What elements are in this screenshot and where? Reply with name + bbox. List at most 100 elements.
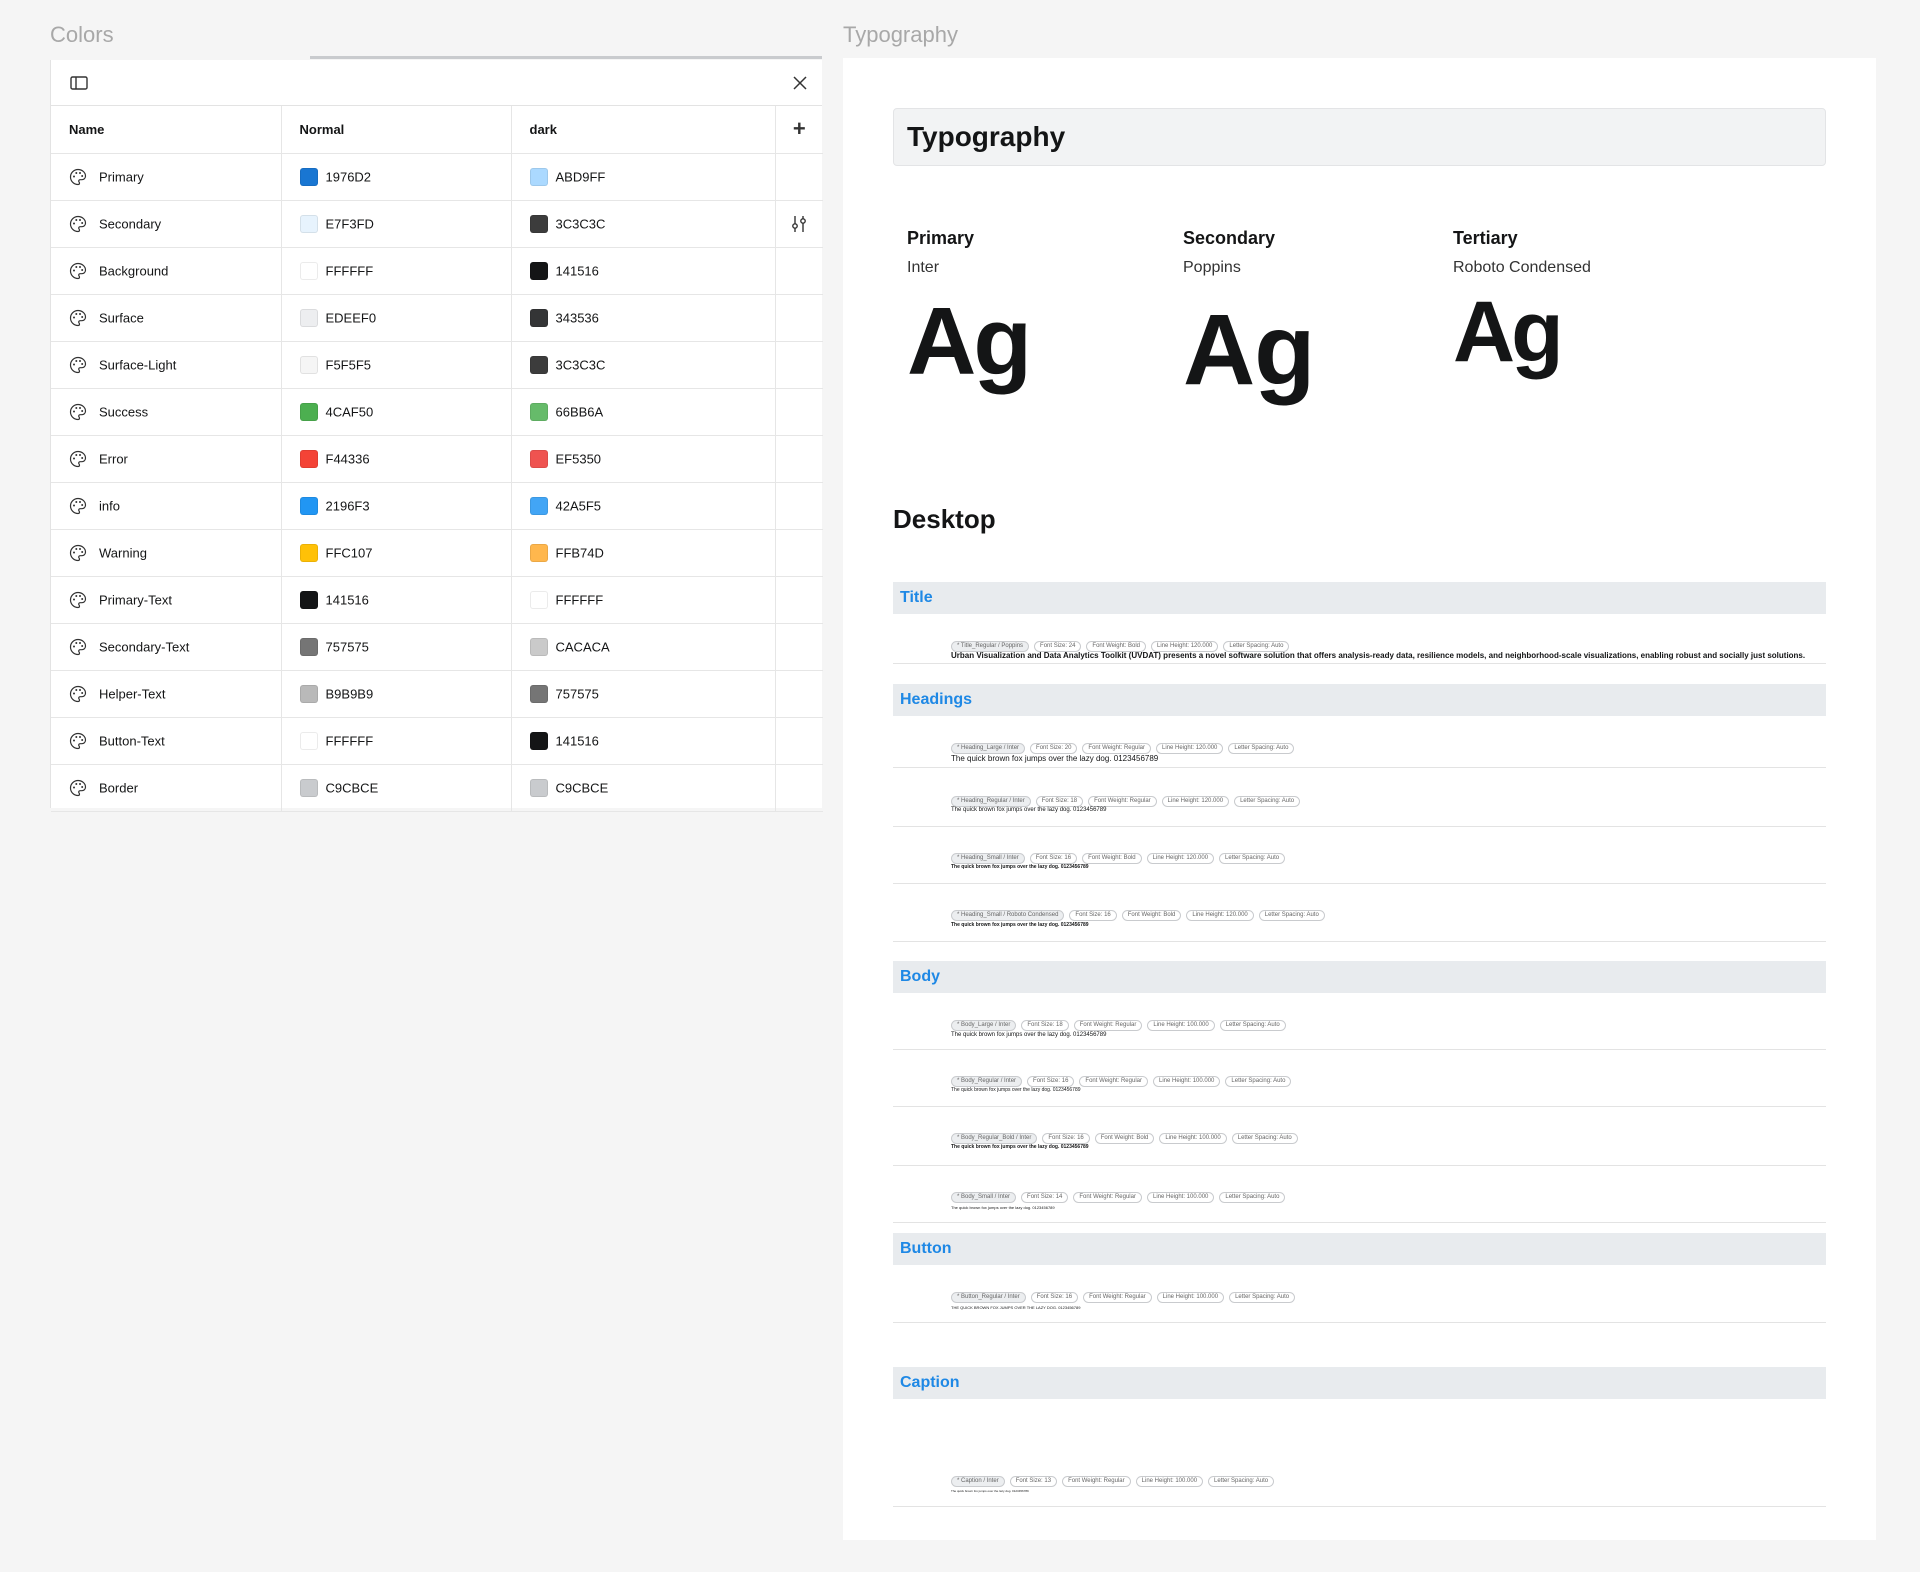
style-chip[interactable]: Font Weight: Bold — [1082, 853, 1142, 864]
color-normal-cell[interactable]: F5F5F5 — [281, 341, 512, 389]
color-row[interactable]: Secondary E7F3FD 3C3C3C — [51, 200, 823, 248]
style-chip[interactable]: * Heading_Small / Roboto Condensed — [951, 910, 1065, 921]
color-swatch-dark[interactable] — [529, 261, 548, 280]
edit-variable-icon[interactable] — [789, 214, 809, 234]
color-swatch-dark[interactable] — [529, 778, 548, 797]
color-dark-cell[interactable]: C9CBCE — [511, 764, 776, 812]
style-chip[interactable]: Letter Spacing: Auto — [1219, 1192, 1286, 1203]
style-chip[interactable]: Line Height: 100.000 — [1153, 1076, 1221, 1087]
color-swatch-normal[interactable] — [299, 308, 318, 327]
type-style-row[interactable]: * Body_Large / Inter Font Size: 18 Font We… — [893, 993, 1826, 1050]
color-name-cell[interactable]: Warning — [51, 529, 282, 577]
style-chip[interactable]: Font Size: 16 — [1029, 853, 1078, 864]
color-dark-cell[interactable]: FFFFFF — [511, 576, 776, 624]
color-swatch-dark[interactable] — [529, 355, 548, 374]
color-dark-cell[interactable]: 141516 — [511, 717, 776, 765]
color-row[interactable]: Error F44336 EF5350 — [51, 435, 823, 483]
color-name-cell[interactable]: Secondary-Text — [51, 623, 282, 671]
color-name-cell[interactable]: Border — [51, 764, 282, 812]
style-chip[interactable]: Letter Spacing: Auto — [1229, 1292, 1296, 1303]
style-chip[interactable]: * Body_Regular / Inter — [951, 1076, 1023, 1087]
color-name-cell[interactable]: Secondary — [51, 200, 282, 248]
color-swatch-normal[interactable] — [299, 449, 318, 468]
color-swatch-normal[interactable] — [299, 167, 318, 186]
color-swatch-normal[interactable] — [299, 355, 318, 374]
color-swatch-normal[interactable] — [299, 590, 318, 609]
color-swatch-dark[interactable] — [529, 402, 548, 421]
color-swatch-normal[interactable] — [299, 543, 318, 562]
color-normal-cell[interactable]: FFFFFF — [281, 247, 512, 295]
style-chip[interactable]: Font Size: 16 — [1030, 1292, 1079, 1303]
color-swatch-dark[interactable] — [529, 731, 548, 750]
color-row[interactable]: Background FFFFFF 141516 — [51, 247, 823, 295]
plus-icon[interactable]: + — [793, 116, 806, 141]
color-dark-cell[interactable]: 42A5F5 — [511, 482, 776, 530]
color-dark-cell[interactable]: ABD9FF — [511, 153, 776, 201]
color-normal-cell[interactable]: FFC107 — [281, 529, 512, 577]
color-name-cell[interactable]: Background — [51, 247, 282, 295]
color-name-cell[interactable]: info — [51, 482, 282, 530]
sidebar-toggle-icon[interactable] — [69, 73, 89, 93]
style-chip[interactable]: * Body_Large / Inter — [951, 1020, 1017, 1031]
style-chip[interactable]: Font Weight: Bold — [1094, 1133, 1155, 1144]
style-chip[interactable]: Font Weight: Regular — [1079, 1076, 1148, 1087]
type-style-row[interactable]: * Heading_Large / Inter Font Size: 20 Font… — [893, 716, 1826, 768]
style-chip[interactable]: Letter Spacing: Auto — [1258, 910, 1325, 921]
style-chip[interactable]: * Body_Small / Inter — [951, 1192, 1017, 1203]
color-name-cell[interactable]: Primary-Text — [51, 576, 282, 624]
color-row[interactable]: Surface EDEEF0 343536 — [51, 294, 823, 342]
style-chip[interactable]: Letter Spacing: Auto — [1219, 1020, 1286, 1031]
style-chip[interactable]: Font Size: 13 — [1009, 1476, 1058, 1487]
color-name-cell[interactable]: Helper-Text — [51, 670, 282, 718]
color-row[interactable]: info 2196F3 42A5F5 — [51, 482, 823, 530]
color-swatch-dark[interactable] — [529, 637, 548, 656]
color-swatch-dark[interactable] — [529, 214, 548, 233]
style-chip[interactable]: Font Weight: Regular — [1088, 796, 1157, 807]
color-row[interactable]: Button-Text FFFFFF 141516 — [51, 717, 823, 765]
style-chip[interactable]: Line Height: 100.000 — [1135, 1476, 1204, 1487]
color-swatch-normal[interactable] — [299, 261, 318, 280]
color-normal-cell[interactable]: 1976D2 — [281, 153, 512, 201]
color-normal-cell[interactable]: 141516 — [281, 576, 512, 624]
style-chip[interactable]: Letter Spacing: Auto — [1208, 1476, 1275, 1487]
type-style-row[interactable]: * Heading_Small / Inter Font Size: 16 Font… — [893, 828, 1826, 884]
color-normal-cell[interactable]: 4CAF50 — [281, 388, 512, 436]
color-row[interactable]: Border C9CBCE C9CBCE — [51, 764, 823, 812]
type-style-row[interactable]: * Heading_Regular / Inter Font Size: 18 Fo… — [893, 769, 1826, 827]
color-swatch-normal[interactable] — [299, 637, 318, 656]
style-chip[interactable]: * Button_Regular / Inter — [951, 1292, 1026, 1303]
color-name-cell[interactable]: Primary — [51, 153, 282, 201]
color-name-cell[interactable]: Success — [51, 388, 282, 436]
style-chip[interactable]: Line Height: 120.000 — [1161, 796, 1230, 807]
style-chip[interactable]: Letter Spacing: Auto — [1234, 796, 1301, 807]
style-chip[interactable]: Letter Spacing: Auto — [1219, 853, 1286, 864]
type-style-row[interactable]: * Caption / Inter Font Size: 13 Font Weigh… — [893, 1449, 1826, 1507]
color-swatch-dark[interactable] — [529, 543, 548, 562]
style-chip[interactable]: Font Weight: Regular — [1083, 1292, 1152, 1303]
type-style-row[interactable]: * Title_Regular / Poppins Font Size: 24 Fo… — [893, 614, 1826, 664]
style-chip[interactable]: Font Size: 14 — [1021, 1192, 1069, 1203]
color-dark-cell[interactable]: 343536 — [511, 294, 776, 342]
color-dark-cell[interactable]: 3C3C3C — [511, 200, 776, 248]
color-normal-cell[interactable]: B9B9B9 — [281, 670, 512, 718]
color-name-cell[interactable]: Error — [51, 435, 282, 483]
header-dark[interactable]: dark — [511, 106, 776, 154]
color-dark-cell[interactable]: 141516 — [511, 247, 776, 295]
type-style-row[interactable]: * Body_Small / Inter Font Size: 14 Font We… — [893, 1167, 1826, 1223]
color-dark-cell[interactable]: EF5350 — [511, 435, 776, 483]
style-chip[interactable]: * Heading_Large / Inter — [951, 743, 1026, 754]
close-icon[interactable] — [790, 73, 810, 93]
style-chip[interactable]: Font Weight: Regular — [1073, 1192, 1142, 1203]
style-chip[interactable]: Letter Spacing: Auto — [1231, 1133, 1298, 1144]
color-normal-cell[interactable]: EDEEF0 — [281, 294, 512, 342]
style-chip[interactable]: * Caption / Inter — [951, 1476, 1005, 1487]
color-dark-cell[interactable]: CACACA — [511, 623, 776, 671]
color-normal-cell[interactable]: 2196F3 — [281, 482, 512, 530]
color-normal-cell[interactable]: 757575 — [281, 623, 512, 671]
style-chip[interactable]: Font Size: 16 — [1069, 910, 1117, 921]
style-chip[interactable]: Font Size: 18 — [1035, 796, 1084, 807]
color-row[interactable]: Success 4CAF50 66BB6A — [51, 388, 823, 436]
color-row[interactable]: Helper-Text B9B9B9 757575 — [51, 670, 823, 718]
style-chip[interactable]: Letter Spacing: Auto — [1225, 1076, 1292, 1087]
style-chip[interactable]: Font Weight: Regular — [1062, 1476, 1131, 1487]
